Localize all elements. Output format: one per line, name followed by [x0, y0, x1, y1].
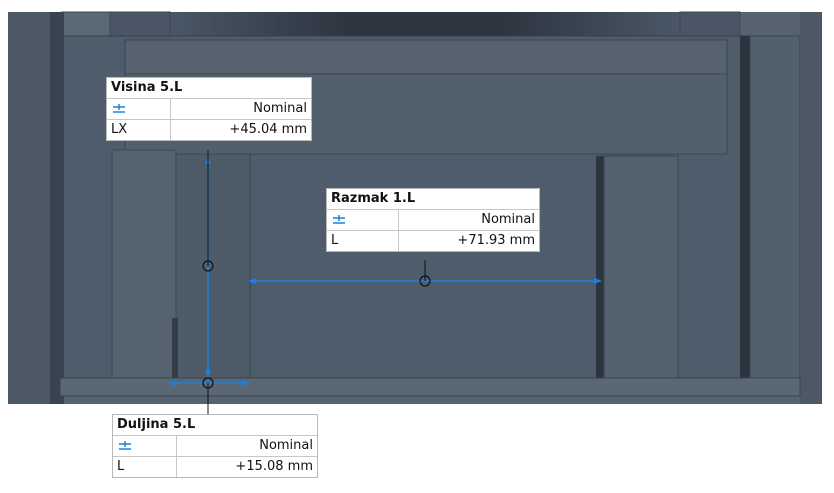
base-plate — [59, 377, 801, 397]
param-name: LX — [107, 120, 171, 140]
annotation-visina[interactable]: Visina 5.L Nominal LX +45.04 mm — [106, 77, 312, 141]
annotation-duljina[interactable]: Duljina 5.L Nominal L +15.08 mm — [112, 414, 318, 478]
annotation-title: Razmak 1.L — [327, 189, 539, 210]
right-inner-slot — [596, 156, 604, 378]
symmetric-tolerance-icon — [107, 99, 171, 119]
symmetric-tolerance-icon — [327, 210, 399, 230]
tolerance-value[interactable]: Nominal — [399, 210, 539, 230]
left-wall-edge — [50, 12, 64, 404]
top-block-left — [61, 11, 111, 39]
annotation-razmak[interactable]: Razmak 1.L Nominal L +71.93 mm — [326, 188, 540, 252]
cad-viewport[interactable]: Visina 5.L Nominal LX +45.04 mm Razmak 1… — [0, 0, 834, 489]
tolerance-value[interactable]: Nominal — [171, 99, 311, 119]
right-inner-block — [603, 155, 679, 379]
top-gap — [170, 12, 680, 38]
right-pillar — [749, 35, 801, 397]
slot-edge — [172, 318, 178, 380]
tolerance-value[interactable]: Nominal — [177, 436, 317, 456]
beam-top — [124, 39, 728, 75]
left-inner-column — [111, 149, 177, 381]
param-name: L — [113, 457, 177, 477]
annotation-title: Duljina 5.L — [113, 415, 317, 436]
annotation-title: Visina 5.L — [107, 78, 311, 99]
top-block-left-2 — [109, 11, 171, 39]
right-wall — [800, 12, 822, 404]
param-name: L — [327, 231, 399, 251]
dimension-value[interactable]: +45.04 mm — [171, 120, 311, 140]
symmetric-tolerance-icon — [113, 436, 177, 456]
dimension-value[interactable]: +71.93 mm — [399, 231, 539, 251]
top-block-right — [679, 11, 741, 39]
dimension-value[interactable]: +15.08 mm — [177, 457, 317, 477]
left-wall — [8, 12, 50, 404]
right-slot — [740, 36, 750, 396]
